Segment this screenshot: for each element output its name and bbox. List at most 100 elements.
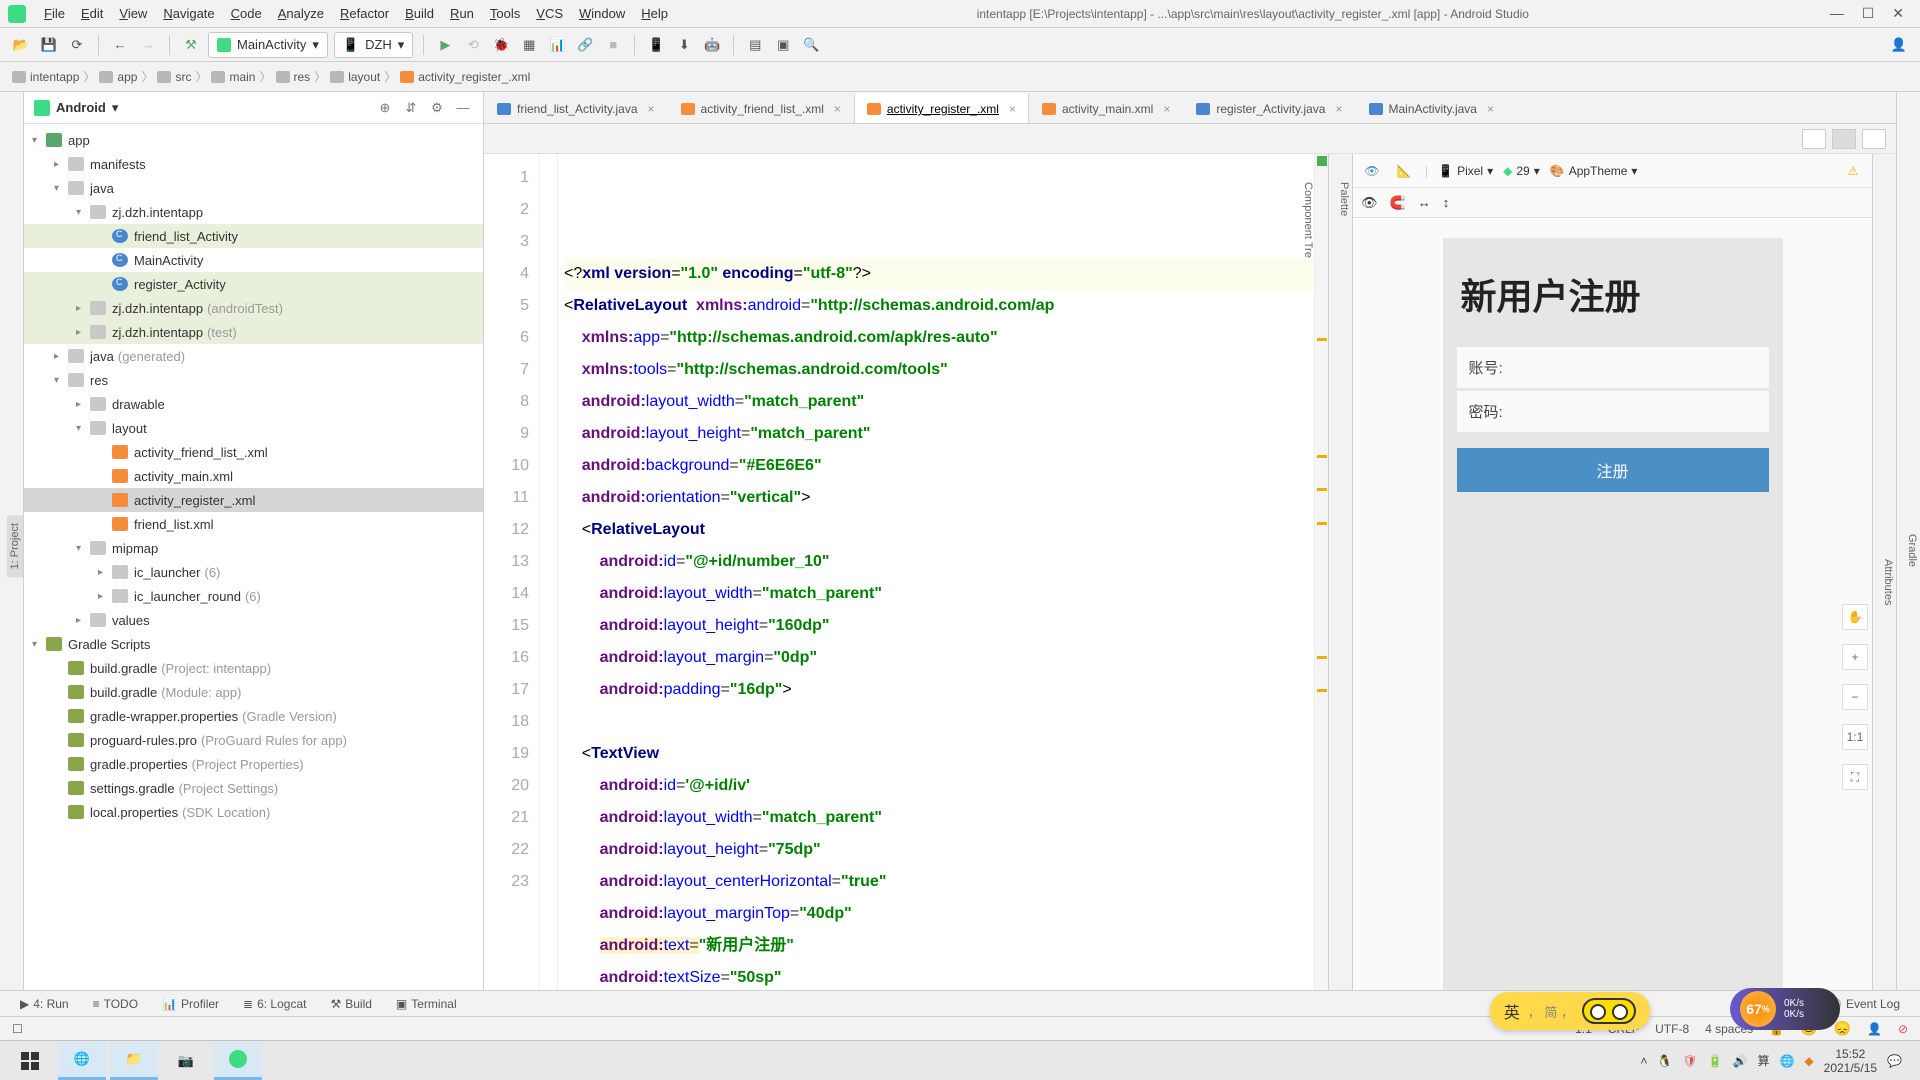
device-frame[interactable]: 新用户注册 账号: 密码: 注册 bbox=[1443, 238, 1783, 990]
collapse-icon[interactable]: ⇵ bbox=[401, 98, 421, 118]
tree-item[interactable]: settings.gradle(Project Settings) bbox=[24, 776, 483, 800]
pan-icon[interactable]: ✋ bbox=[1842, 604, 1868, 630]
sync-icon[interactable]: ⟳ bbox=[66, 34, 88, 56]
tray-qq-icon[interactable]: 🐧 bbox=[1657, 1054, 1672, 1068]
tree-item[interactable]: ▸ic_launcher_round(6) bbox=[24, 584, 483, 608]
search-icon[interactable]: 🔍 bbox=[800, 34, 822, 56]
crumb-main[interactable]: main bbox=[211, 70, 255, 84]
tree-item[interactable]: build.gradle(Project: intentapp) bbox=[24, 656, 483, 680]
menu-build[interactable]: Build bbox=[397, 6, 442, 21]
tree-item[interactable]: friend_list.xml bbox=[24, 512, 483, 536]
tree-item[interactable]: ▾layout bbox=[24, 416, 483, 440]
crumb-app[interactable]: app bbox=[99, 70, 137, 84]
apply-changes-icon[interactable]: ⟲ bbox=[462, 34, 484, 56]
project-view-label[interactable]: Android bbox=[56, 100, 106, 115]
editor-tab[interactable]: MainActivity.java× bbox=[1356, 93, 1508, 123]
theme-selector[interactable]: 🎨AppTheme▾ bbox=[1550, 164, 1638, 178]
code-view-button[interactable] bbox=[1802, 129, 1826, 149]
close-tab-icon[interactable]: × bbox=[1163, 102, 1170, 116]
menu-run[interactable]: Run bbox=[442, 6, 482, 21]
gutter-attributes[interactable]: Attributes bbox=[1880, 551, 1896, 613]
tree-item[interactable]: ▸values bbox=[24, 608, 483, 632]
save-icon[interactable]: 💾 bbox=[38, 34, 60, 56]
tray-chevron-icon[interactable]: ˄ bbox=[1640, 1054, 1647, 1068]
menu-navigate[interactable]: Navigate bbox=[155, 6, 222, 21]
design-view-button[interactable] bbox=[1862, 129, 1886, 149]
zoom-fit-button[interactable]: 1:1 bbox=[1842, 724, 1868, 750]
taskbar-browser[interactable]: 🌐 bbox=[58, 1042, 106, 1080]
tree-item[interactable]: ▸manifests bbox=[24, 152, 483, 176]
tree-item[interactable]: gradle-wrapper.properties(Gradle Version… bbox=[24, 704, 483, 728]
target-icon[interactable]: ⊕ bbox=[375, 98, 395, 118]
avd-icon[interactable]: 📱 bbox=[645, 34, 667, 56]
device-dropdown[interactable]: 📱 DZH ▾ bbox=[334, 32, 413, 58]
taskbar-clock[interactable]: 15:52 2021/5/15 bbox=[1824, 1047, 1877, 1075]
zoom-out-button[interactable]: − bbox=[1842, 684, 1868, 710]
close-tab-icon[interactable]: × bbox=[1009, 102, 1016, 116]
inspect-icon[interactable]: 👤 bbox=[1867, 1022, 1882, 1036]
assistant-icon[interactable]: 🤖 bbox=[701, 34, 723, 56]
view-options-icon[interactable]: 👁 bbox=[1361, 195, 1378, 211]
open-icon[interactable]: 📂 bbox=[10, 34, 32, 56]
close-button[interactable]: ✕ bbox=[1892, 5, 1904, 22]
tree-item[interactable]: proguard-rules.pro(ProGuard Rules for ap… bbox=[24, 728, 483, 752]
tree-item[interactable]: local.properties(SDK Location) bbox=[24, 800, 483, 824]
tree-item[interactable]: activity_register_.xml bbox=[24, 488, 483, 512]
menu-refactor[interactable]: Refactor bbox=[332, 6, 397, 21]
crumb-activity_register_.xml[interactable]: activity_register_.xml bbox=[400, 70, 530, 84]
tray-misc-icon[interactable]: ◆ bbox=[1804, 1054, 1813, 1068]
tray-volume-icon[interactable]: 🔊 bbox=[1733, 1054, 1748, 1068]
tree-item[interactable]: register_Activity bbox=[24, 272, 483, 296]
tree-item[interactable]: activity_main.xml bbox=[24, 464, 483, 488]
tree-item[interactable]: ▾res bbox=[24, 368, 483, 392]
sdk-icon[interactable]: ⬇ bbox=[673, 34, 695, 56]
coverage-icon[interactable]: ▦ bbox=[518, 34, 540, 56]
zoom-in-button[interactable]: + bbox=[1842, 644, 1868, 670]
hammer-icon[interactable]: ⚒ bbox=[180, 34, 202, 56]
pan-h-icon[interactable]: ↔ bbox=[1418, 195, 1431, 210]
tree-item[interactable]: ▾zj.dzh.intentapp bbox=[24, 200, 483, 224]
menu-vcs[interactable]: VCS bbox=[528, 6, 571, 21]
editor-tab[interactable]: friend_list_Activity.java× bbox=[484, 93, 668, 123]
tree-item[interactable]: ▾java bbox=[24, 176, 483, 200]
tree-item[interactable]: MainActivity bbox=[24, 248, 483, 272]
face-sad-icon[interactable]: 😞 bbox=[1834, 1020, 1851, 1037]
orientation-icon[interactable]: 📐 bbox=[1393, 160, 1415, 182]
tree-item[interactable]: ▸zj.dzh.intentapp(androidTest) bbox=[24, 296, 483, 320]
logcat-tab[interactable]: ≣ 6: Logcat bbox=[243, 997, 306, 1011]
tree-item[interactable]: gradle.properties(Project Properties) bbox=[24, 752, 483, 776]
profile-icon[interactable]: 📊 bbox=[546, 34, 568, 56]
warning-icon[interactable]: ⚠ bbox=[1842, 160, 1864, 182]
close-tab-icon[interactable]: × bbox=[834, 102, 841, 116]
close-tab-icon[interactable]: × bbox=[648, 102, 655, 116]
editor-tab[interactable]: activity_friend_list_.xml× bbox=[668, 93, 854, 123]
device-selector[interactable]: 📱Pixel▾ bbox=[1438, 164, 1493, 178]
tree-item[interactable]: ▸ic_launcher(6) bbox=[24, 560, 483, 584]
magnet-icon[interactable]: 🧲 bbox=[1390, 195, 1406, 211]
split-view-button[interactable] bbox=[1832, 129, 1856, 149]
menu-help[interactable]: Help bbox=[633, 6, 676, 21]
crumb-res[interactable]: res bbox=[276, 70, 311, 84]
marker-bar[interactable] bbox=[1314, 154, 1328, 990]
menu-code[interactable]: Code bbox=[223, 6, 270, 21]
crumb-layout[interactable]: layout bbox=[330, 70, 380, 84]
debug-icon[interactable]: 🐞 bbox=[490, 34, 512, 56]
editor-tab[interactable]: activity_main.xml× bbox=[1029, 93, 1183, 123]
gutter----project[interactable]: 1: Project bbox=[7, 515, 23, 577]
api-selector[interactable]: ◆29▾ bbox=[1503, 164, 1540, 178]
run-tab[interactable]: ▶ 4: Run bbox=[20, 997, 69, 1011]
todo-tab[interactable]: ≡ TODO bbox=[93, 997, 138, 1011]
profiler-tab[interactable]: 📊 Profiler bbox=[162, 997, 219, 1011]
maximize-button[interactable]: ☐ bbox=[1862, 5, 1875, 22]
tree-item[interactable]: friend_list_Activity bbox=[24, 224, 483, 248]
gutter-gradle[interactable]: Gradle bbox=[1904, 526, 1920, 575]
tray-shield-icon[interactable]: 🛡 bbox=[1682, 1054, 1697, 1068]
tree-item[interactable]: ▾Gradle Scripts bbox=[24, 632, 483, 656]
menu-file[interactable]: File bbox=[36, 6, 73, 21]
editor-tab[interactable]: activity_register_.xml× bbox=[854, 93, 1029, 123]
build-tab[interactable]: ⚒ Build bbox=[330, 997, 371, 1011]
menu-edit[interactable]: Edit bbox=[73, 6, 111, 21]
taskbar-explorer[interactable]: 📁 bbox=[110, 1042, 158, 1080]
layout-icon[interactable]: ▣ bbox=[772, 34, 794, 56]
taskbar-camera[interactable]: 📷 bbox=[162, 1042, 210, 1080]
